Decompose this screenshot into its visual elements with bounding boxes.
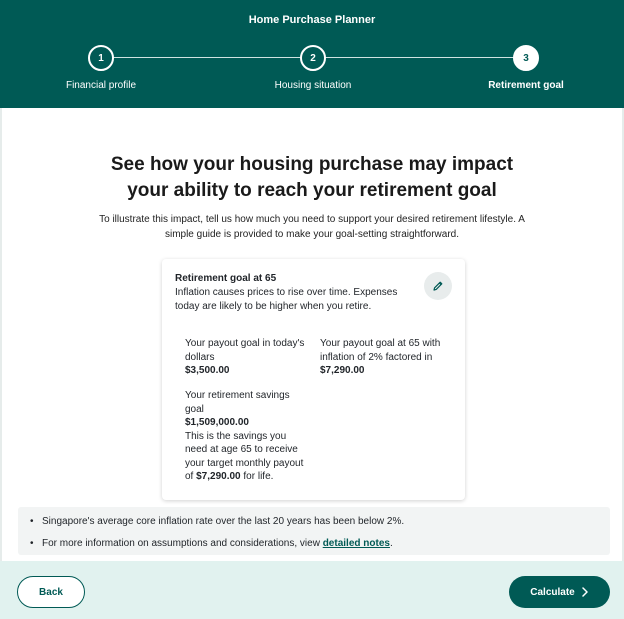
retirement-goal-card: Retirement goal at 65 Inflation causes p… <box>162 259 465 500</box>
step-1-number: 1 <box>98 52 104 64</box>
headline-line-1: See how your housing purchase may impact <box>110 154 514 175</box>
note-text-more-info: For more information on assumptions and … <box>42 538 393 549</box>
step-3-number: 3 <box>523 52 529 64</box>
calculate-button-label: Calculate <box>530 586 575 598</box>
back-button-label: Back <box>39 586 63 598</box>
note-item-more-info: For more information on assumptions and … <box>30 538 393 549</box>
note-more-info-prefix: For more information on assumptions and … <box>42 538 320 549</box>
step-2-circle[interactable]: 2 <box>300 45 326 71</box>
step-1-circle[interactable]: 1 <box>88 45 114 71</box>
step-2-number: 2 <box>310 52 316 64</box>
savings-note-amount: $7,290.00 <box>196 471 241 482</box>
card-description: Inflation causes prices to rise over tim… <box>175 287 398 312</box>
payout-at-65: Your payout goal at 65 with inflation of… <box>320 337 445 378</box>
notes-panel: Singapore's average core inflation rate … <box>18 507 610 555</box>
step-1-label: Financial profile <box>65 80 137 91</box>
headline-line-2: your ability to reach your retirement go… <box>127 180 497 201</box>
step-2-label: Housing situation <box>274 80 352 91</box>
edit-button[interactable] <box>424 272 452 300</box>
step-3-circle[interactable]: 3 <box>513 45 539 71</box>
page-headline: See how your housing purchase may impact… <box>60 152 564 204</box>
savings-note: This is the savings you need at age 65 t… <box>185 430 310 484</box>
footer-bar: Back Calculate <box>0 561 624 619</box>
pencil-icon <box>433 281 443 291</box>
payout-today-label: Your payout goal in today's dollars <box>185 338 305 363</box>
back-button[interactable]: Back <box>17 576 85 608</box>
note-text-inflation: Singapore's average core inflation rate … <box>42 516 405 527</box>
chevron-right-icon <box>581 587 588 597</box>
calculate-button[interactable]: Calculate <box>509 576 610 608</box>
savings-goal: Your retirement savings goal $1,509,000.… <box>185 389 310 484</box>
detailed-notes-link[interactable]: detailed notes <box>323 538 390 549</box>
intro-text: To illustrate this impact, tell us how m… <box>99 214 525 240</box>
payout-today: Your payout goal in today's dollars $3,5… <box>185 337 310 378</box>
payout-today-value: $3,500.00 <box>185 365 230 376</box>
app-title: Home Purchase Planner <box>248 14 376 26</box>
header-bar: Home Purchase Planner 1 Financial profil… <box>0 0 624 108</box>
savings-value: $1,509,000.00 <box>185 417 249 428</box>
savings-note-suffix: for life. <box>243 471 274 482</box>
payout-65-value: $7,290.00 <box>320 365 365 376</box>
card-title: Retirement goal at 65 <box>175 273 277 284</box>
note-more-info-suffix: . <box>389 538 393 549</box>
savings-label: Your retirement savings goal <box>185 390 290 415</box>
note-item-inflation: Singapore's average core inflation rate … <box>30 516 404 527</box>
step-3-label: Retirement goal <box>488 80 564 91</box>
payout-65-label: Your payout goal at 65 with inflation of… <box>320 338 441 363</box>
